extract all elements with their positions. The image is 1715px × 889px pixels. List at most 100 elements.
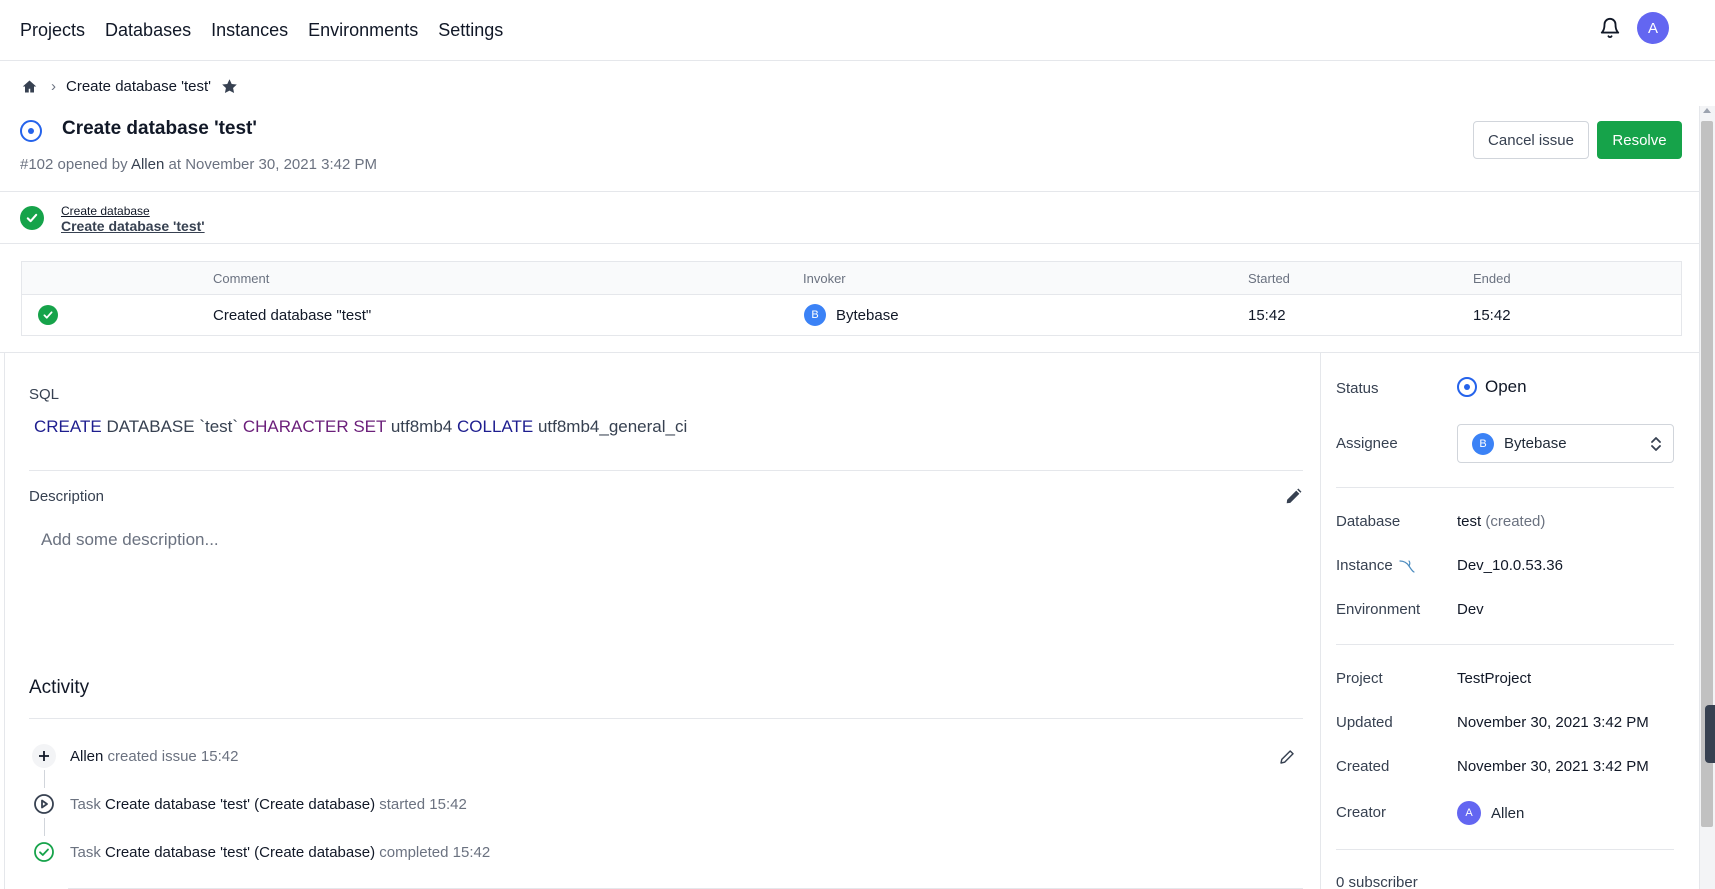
description-label: Description (29, 488, 105, 505)
assignee-select[interactable]: B Bytebase (1457, 424, 1674, 463)
stage-task-name[interactable]: Create database 'test' (61, 218, 205, 234)
subscriber-count[interactable]: 0 subscriber (1336, 874, 1418, 889)
nav-environments[interactable]: Environments (308, 20, 418, 41)
run-invoker: B Bytebase (804, 304, 899, 326)
avatar: B (1472, 432, 1494, 455)
created-label: Created (1336, 758, 1390, 775)
activity-divider (29, 718, 1303, 719)
sql-keyword: CHARACTER SET (242, 417, 387, 436)
issue-author: Allen (130, 156, 165, 173)
home-icon[interactable] (22, 79, 37, 94)
nav-databases[interactable]: Databases (105, 20, 191, 41)
sql-keyword: CREATE (34, 417, 102, 436)
bell-icon[interactable] (1599, 17, 1621, 39)
edit-description-pencil-icon[interactable] (1284, 488, 1302, 506)
issue-number: #102 (20, 156, 54, 173)
instance-label-group: Instance (1336, 557, 1416, 574)
avatar: A (1457, 801, 1481, 825)
column-ended: Ended (1473, 271, 1511, 286)
activity-time: 15:42 (200, 747, 239, 765)
activity-time: 15:42 (452, 843, 491, 861)
edit-pencil-icon[interactable] (1279, 749, 1295, 765)
issue-title[interactable]: Create database 'test' (62, 118, 257, 140)
scroll-up-arrow[interactable] (1703, 108, 1711, 113)
nav-instances[interactable]: Instances (211, 20, 288, 41)
instance-value[interactable]: Dev_10.0.53.36 (1457, 557, 1563, 574)
created-value: November 30, 2021 3:42 PM (1457, 758, 1649, 775)
breadcrumb: › Create database 'test' (22, 78, 238, 95)
nav-right: A (1599, 12, 1669, 44)
activity-action: started (379, 795, 426, 813)
at-text: at (168, 156, 182, 173)
table-header: Comment Invoker Started Ended (22, 262, 1681, 295)
run-started: 15:42 (1248, 307, 1286, 324)
section-divider (0, 352, 1699, 353)
top-navigation: Projects Databases Instances Environment… (0, 0, 1715, 61)
activity-item: Allen created issue 15:42 (32, 744, 238, 768)
cancel-issue-button[interactable]: Cancel issue (1473, 121, 1589, 159)
sql-text: DATABASE (106, 417, 195, 436)
sidebar-divider (1336, 644, 1674, 645)
database-note: (created) (1485, 513, 1546, 530)
activity-actor: Allen (70, 747, 104, 765)
sql-text: utf8mb4 (390, 417, 453, 436)
activity-item: Task Create database 'test' (Create data… (32, 840, 490, 864)
breadcrumb-current: Create database 'test' (66, 78, 211, 95)
sidebar-divider (1336, 849, 1674, 850)
check-circle-icon (20, 206, 44, 230)
activity-time: 15:42 (429, 795, 467, 813)
activity-prefix: Task (70, 795, 101, 813)
avatar: B (804, 304, 826, 326)
task-run-table: Comment Invoker Started Ended Created da… (21, 261, 1682, 336)
sql-divider (29, 470, 1303, 471)
chevron-right-icon: › (51, 78, 56, 95)
side-widget-handle[interactable] (1705, 705, 1715, 763)
stage-divider (0, 243, 1699, 244)
sql-label: SQL (29, 386, 60, 403)
project-value[interactable]: TestProject (1457, 670, 1531, 687)
resolve-button[interactable]: Resolve (1597, 121, 1682, 159)
stage-name[interactable]: Create database (61, 204, 150, 218)
play-circle-icon (32, 792, 56, 816)
database-value: test (created) (1457, 513, 1545, 530)
sql-keyword: COLLATE (456, 417, 534, 436)
creator-value: A Allen (1457, 801, 1524, 825)
status-text: Open (1485, 377, 1527, 396)
chevron-up-down-icon (1651, 437, 1661, 451)
sidebar-divider (1336, 487, 1674, 488)
run-ended: 15:42 (1473, 307, 1511, 324)
activity-item: Task Create database 'test' (Create data… (32, 792, 467, 816)
status-value: Open (1457, 377, 1527, 397)
open-status-icon (20, 120, 42, 142)
activity-action: created issue (107, 747, 197, 765)
activity-prefix: Task (70, 843, 101, 861)
activity-title: Activity (29, 677, 90, 698)
creator-name: Allen (1491, 804, 1525, 822)
nav-settings[interactable]: Settings (438, 20, 503, 41)
header-divider (0, 191, 1699, 192)
activity-task[interactable]: Create database 'test' (Create database) (105, 796, 375, 813)
environment-value[interactable]: Dev (1457, 601, 1484, 618)
timeline-line (44, 818, 45, 836)
issue-opened-at: November 30, 2021 3:42 PM (185, 156, 377, 173)
updated-value: November 30, 2021 3:42 PM (1457, 714, 1649, 731)
user-avatar[interactable]: A (1637, 12, 1669, 44)
project-label: Project (1336, 670, 1383, 687)
creator-label: Creator (1336, 804, 1387, 821)
description-input[interactable] (41, 526, 1291, 554)
check-circle-icon (38, 305, 58, 325)
database-link[interactable]: test (1457, 513, 1481, 530)
activity-action: completed (379, 843, 449, 861)
activity-task[interactable]: Create database 'test' (Create database) (105, 844, 375, 861)
open-status-icon (1457, 377, 1477, 397)
sql-statement: CREATE DATABASE `test` CHARACTER SET utf… (34, 417, 687, 437)
left-border (4, 352, 5, 889)
issue-subtitle: #102 opened by Allen at November 30, 202… (20, 156, 377, 173)
star-icon[interactable] (221, 78, 238, 95)
column-invoker: Invoker (803, 271, 846, 286)
database-label: Database (1336, 513, 1401, 530)
invoker-name: Bytebase (836, 306, 899, 324)
nav-projects[interactable]: Projects (20, 20, 85, 41)
assignee-label: Assignee (1336, 435, 1398, 452)
nav-links: Projects Databases Instances Environment… (0, 20, 523, 41)
